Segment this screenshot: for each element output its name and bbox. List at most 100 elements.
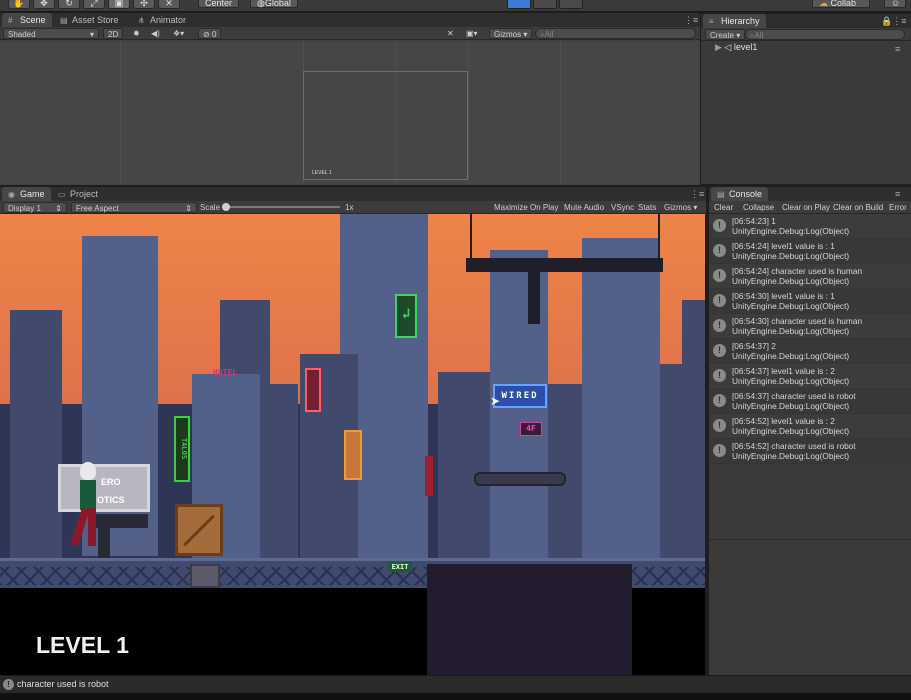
scene-search-placeholder: All: [544, 30, 554, 39]
display-value: Display 1: [8, 204, 41, 213]
gizmos-dropdown[interactable]: Gizmos ▾: [489, 28, 533, 39]
account-button[interactable]: ☺: [884, 0, 906, 8]
info-icon: !: [713, 319, 726, 332]
scene-search-input[interactable]: ⌕All: [535, 28, 696, 39]
log-message: [06:54:37] 2: [732, 341, 776, 351]
log-entry[interactable]: ! [06:54:30] character used is human Unity…: [709, 314, 911, 339]
log-stack: UnityEngine.Debug:Log(Object): [732, 326, 850, 336]
game-gizmos-dropdown[interactable]: Gizmos ▾: [664, 202, 697, 213]
grid-line: [120, 42, 121, 184]
console-collapse-button[interactable]: Collapse: [743, 202, 774, 213]
unity-scene-icon: ◁: [724, 42, 734, 52]
mouse-cursor-icon: ➤: [490, 394, 501, 408]
log-entry[interactable]: ! [06:54:52] level1 value is : 2 UnityEngi…: [709, 414, 911, 439]
console-splitter[interactable]: [709, 539, 911, 540]
log-message: [06:54:24] character used is human: [732, 266, 863, 276]
pivot-center-label: Center: [205, 0, 233, 8]
stats-toggle[interactable]: Stats: [638, 202, 656, 213]
log-entry[interactable]: ! [06:54:23] 1 UnityEngine.Debug:Log(Objec…: [709, 214, 911, 239]
log-entry[interactable]: ! [06:54:30] level1 value is : 1 UnityEngi…: [709, 289, 911, 314]
scene-menu-icon[interactable]: ≡: [895, 44, 900, 54]
log-entry[interactable]: ! [06:54:24] level1 value is : 1 UnityEngi…: [709, 239, 911, 264]
console-clear-on-build-button[interactable]: Clear on Build: [833, 202, 883, 213]
panel-menu-icon[interactable]: ≡: [895, 189, 900, 199]
log-entry[interactable]: ! [06:54:24] character used is human Unity…: [709, 264, 911, 289]
log-stack: UnityEngine.Debug:Log(Object): [732, 451, 850, 461]
log-entry[interactable]: ! [06:54:37] level1 value is : 2 UnityEngi…: [709, 364, 911, 389]
store-icon: ▤: [60, 16, 68, 25]
info-icon: !: [713, 294, 726, 307]
log-stack: UnityEngine.Debug:Log(Object): [732, 226, 850, 236]
scale-slider-thumb[interactable]: [222, 203, 230, 211]
tab-animator[interactable]: ⋔ Animator: [132, 13, 192, 27]
rotate-tool-button[interactable]: ↻: [58, 0, 80, 9]
hierarchy-scene-root[interactable]: ▶ ◁ level1: [715, 42, 757, 53]
info-icon: !: [713, 444, 726, 457]
info-icon: !: [713, 219, 726, 232]
transform-tool-button[interactable]: ✣: [133, 0, 155, 9]
lock-icon[interactable]: 🔒⋮≡: [881, 16, 906, 27]
tower: [682, 300, 705, 562]
log-message: [06:54:24] level1 value is : 1: [732, 241, 835, 251]
rect-tool-button[interactable]: ▣: [108, 0, 130, 9]
hud-level-label: LEVEL 1: [36, 632, 129, 658]
log-entry[interactable]: ! [06:54:52] character used is robot Unity…: [709, 439, 911, 464]
panel-menu-icon[interactable]: ⋮≡: [684, 15, 698, 26]
tab-scene-label: Scene: [20, 15, 46, 25]
camera-icon[interactable]: ▣▾: [466, 28, 478, 39]
status-bar[interactable]: ! character used is robot: [0, 675, 911, 693]
hierarchy-search-input[interactable]: ⌕All: [745, 29, 905, 40]
aspect-dropdown[interactable]: Free Aspect ⇕: [71, 202, 197, 213]
scale-slider-track[interactable]: [224, 206, 340, 208]
pause-button[interactable]: [533, 0, 557, 9]
play-button[interactable]: [507, 0, 531, 9]
console-clear-button[interactable]: Clear: [714, 202, 733, 213]
tab-asset-store[interactable]: ▤ Asset Store: [54, 13, 125, 27]
floating-platform: [474, 472, 566, 486]
collab-dropdown[interactable]: ☁ Collab: [812, 0, 870, 8]
tab-scene[interactable]: # Scene: [2, 13, 52, 27]
display-dropdown[interactable]: Display 1 ⇕: [3, 202, 67, 213]
grid-icon: #: [8, 16, 13, 25]
info-icon: !: [713, 394, 726, 407]
log-stack: UnityEngine.Debug:Log(Object): [732, 426, 850, 436]
lighting-icon[interactable]: ✹: [133, 28, 140, 39]
create-dropdown[interactable]: Create ▾: [705, 29, 746, 40]
tab-game[interactable]: ◉ Game: [2, 187, 51, 201]
tab-console-label: Console: [729, 189, 763, 199]
log-entry[interactable]: ! [06:54:37] character used is robot Unity…: [709, 389, 911, 414]
crane-arm: [466, 258, 663, 272]
tab-console[interactable]: ▤ Console: [711, 187, 769, 201]
game-viewport[interactable]: HOTEL ↲ WIRED 4F TALOS ERO OTICS EXIT LE…: [0, 214, 705, 675]
audio-icon[interactable]: ◀): [151, 28, 160, 39]
2d-label: 2D: [108, 30, 119, 39]
panel-menu-icon[interactable]: ⋮≡: [690, 189, 704, 200]
2d-toggle[interactable]: 2D: [103, 28, 124, 39]
tower: [438, 372, 492, 562]
effects-icon[interactable]: ❖▾: [173, 28, 184, 39]
neon-vertical-sign: [305, 368, 321, 412]
log-entry[interactable]: ! [06:54:37] 2 UnityEngine.Debug:Log(Objec…: [709, 339, 911, 364]
hidden-objects-toggle[interactable]: ⊘ 0: [198, 28, 222, 39]
maximize-on-play-toggle[interactable]: Maximize On Play: [494, 202, 558, 213]
pivot-global-toggle[interactable]: ◍Global: [250, 0, 298, 8]
console-error-pause-button[interactable]: Error: [889, 202, 907, 213]
tools-icon[interactable]: ✕: [447, 28, 454, 39]
tab-hierarchy[interactable]: ≡ Hierarchy: [703, 14, 766, 28]
hand-tool-button[interactable]: ✋: [8, 0, 30, 9]
tab-project[interactable]: ▭ Project: [52, 187, 104, 201]
mute-audio-toggle[interactable]: Mute Audio: [564, 202, 604, 213]
step-button[interactable]: [559, 0, 583, 9]
custom-tool-button[interactable]: ✕: [158, 0, 180, 9]
scale-tool-button[interactable]: ⤢: [83, 0, 105, 9]
pivot-center-toggle[interactable]: Center: [198, 0, 240, 8]
vsync-toggle[interactable]: VSync: [611, 202, 634, 213]
info-icon: !: [713, 269, 726, 282]
shading-mode-dropdown[interactable]: Shaded ▾: [3, 28, 99, 39]
scene-viewport[interactable]: LEVEL 1: [0, 42, 699, 184]
vent-box: [190, 564, 220, 588]
console-clear-on-play-button[interactable]: Clear on Play: [782, 202, 830, 213]
move-tool-button[interactable]: ✥: [33, 0, 55, 9]
console-tab-row: ▤ Console ≡: [709, 187, 911, 201]
tab-game-label: Game: [20, 189, 45, 199]
